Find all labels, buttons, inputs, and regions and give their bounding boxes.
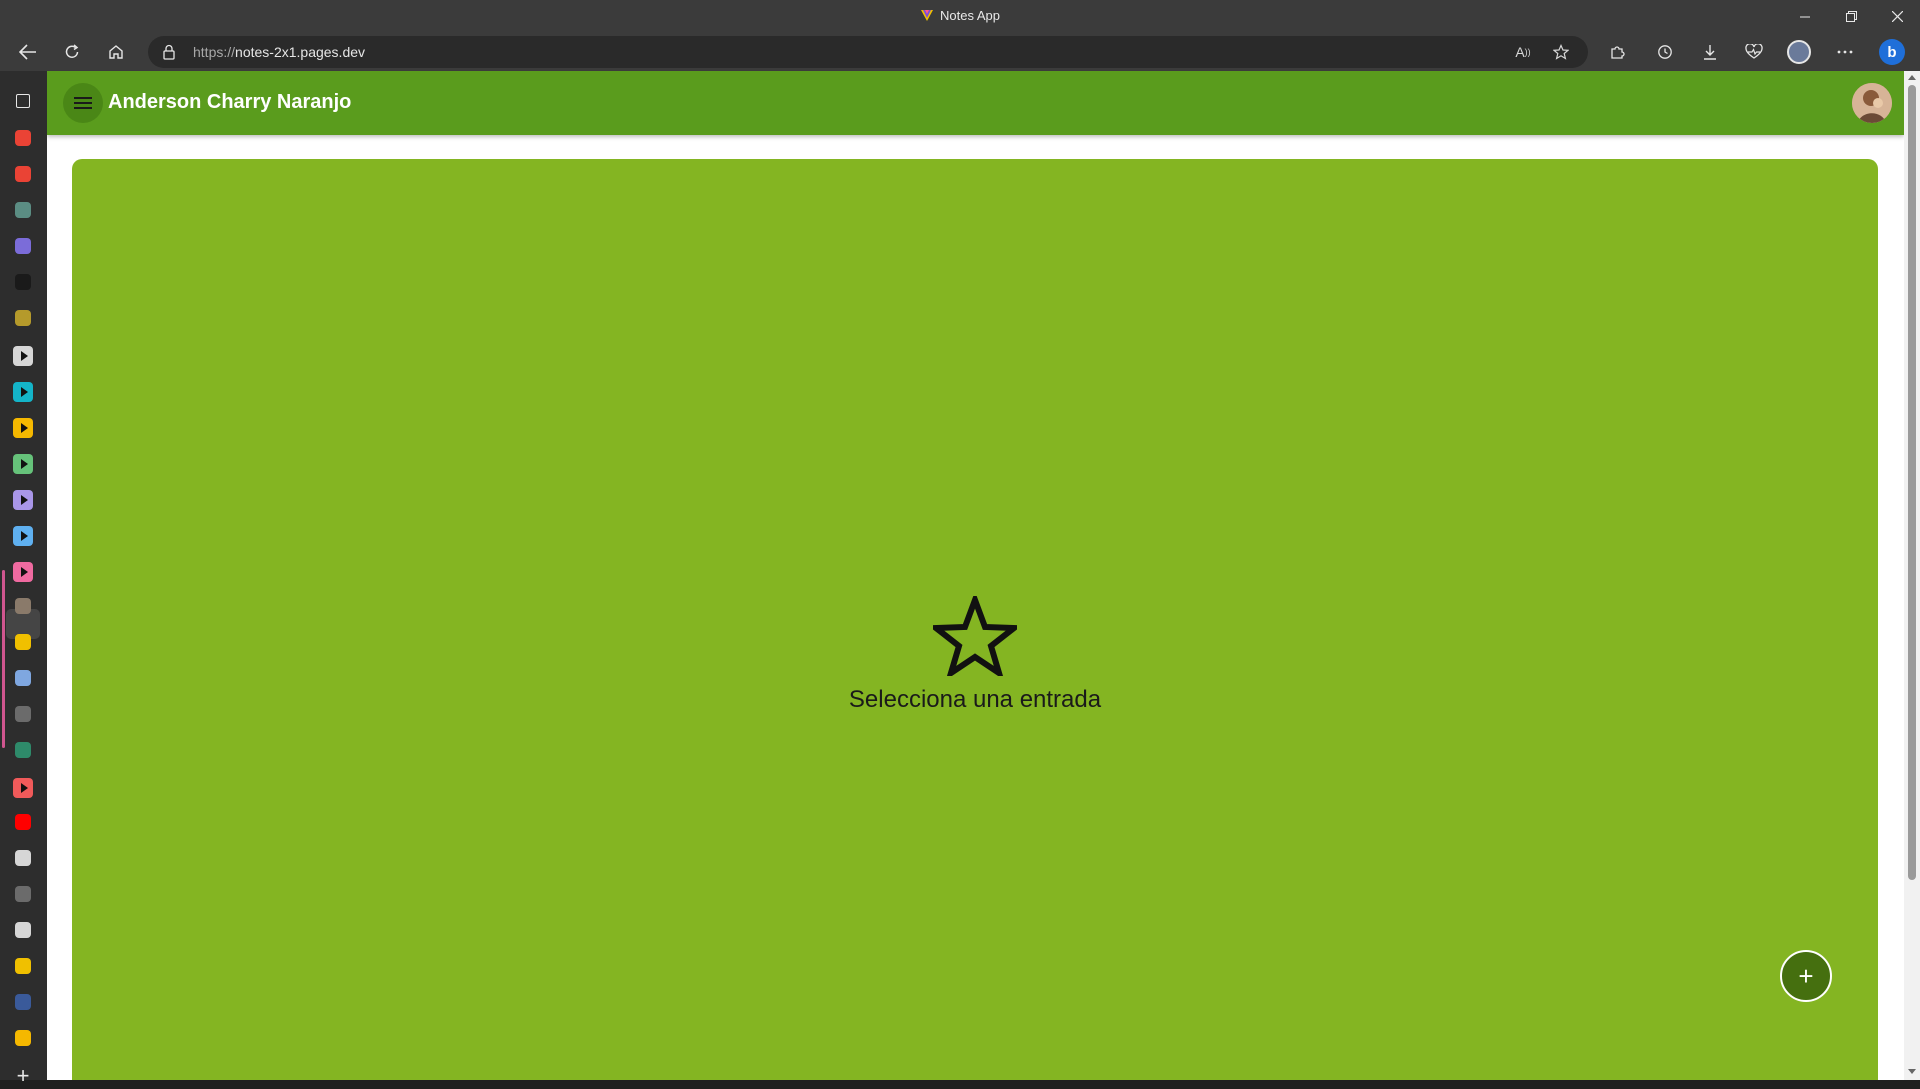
home-icon	[109, 45, 123, 59]
back-button[interactable]	[13, 38, 43, 66]
user-avatar[interactable]	[1852, 83, 1892, 123]
youtube-icon[interactable]	[15, 814, 31, 830]
scroll-down-arrow-icon[interactable]	[1908, 1069, 1916, 1074]
close-window-button[interactable]	[1874, 0, 1920, 33]
search-icon[interactable]	[15, 994, 31, 1010]
gmail-icon[interactable]	[15, 166, 31, 182]
avatar-photo-icon	[1852, 83, 1892, 123]
bing-copilot-icon: b	[1879, 39, 1905, 65]
copilot-button[interactable]: b	[1877, 38, 1907, 66]
extensions-icon	[1611, 46, 1625, 59]
star-icon	[933, 596, 1017, 676]
minimize-button[interactable]	[1782, 0, 1828, 33]
player-icon[interactable]	[13, 562, 33, 582]
notes-app-icon[interactable]	[15, 958, 31, 974]
title-bar: Notes App	[0, 0, 1920, 33]
app-header: Anderson Charry Naranjo	[47, 71, 1904, 135]
web-page: Anderson Charry Naranjo Selecciona una e…	[47, 71, 1904, 1080]
hamburger-menu-icon	[74, 97, 92, 109]
extensions-button[interactable]	[1602, 38, 1632, 66]
address-bar[interactable]: https://notes-2x1.pages.dev A))	[148, 36, 1588, 68]
browser-toolbar: https://notes-2x1.pages.dev A)) b	[0, 33, 1920, 71]
more-icon	[1837, 50, 1853, 54]
hand-icon[interactable]	[15, 1030, 31, 1046]
minimize-icon	[1800, 16, 1810, 17]
player-icon[interactable]	[13, 346, 33, 366]
cloud-icon[interactable]	[15, 598, 31, 614]
empty-state: Selecciona una entrada	[72, 596, 1878, 714]
github-icon[interactable]	[15, 922, 31, 938]
favorite-star-icon	[1553, 44, 1569, 60]
scroll-up-arrow-icon[interactable]	[1908, 75, 1916, 80]
doc-icon[interactable]	[15, 670, 31, 686]
player-icon[interactable]	[13, 490, 33, 510]
square-icon[interactable]	[15, 742, 31, 758]
gmail-icon[interactable]	[15, 130, 31, 146]
profile-button[interactable]	[1784, 38, 1814, 66]
downloads-button[interactable]	[1695, 38, 1725, 66]
url-text[interactable]: https://notes-2x1.pages.dev	[193, 44, 365, 60]
url-protocol: https://	[193, 44, 236, 60]
add-note-button[interactable]: +	[1780, 950, 1832, 1002]
partial-icon[interactable]	[15, 310, 31, 326]
refresh-icon	[65, 44, 79, 58]
url-host: notes-2x1.pages.dev	[235, 44, 366, 60]
sparkle-icon[interactable]	[15, 238, 31, 254]
restore-icon	[1845, 11, 1857, 22]
window-title: Notes App	[0, 8, 1920, 23]
p-icon[interactable]	[15, 274, 31, 290]
player-icon[interactable]	[13, 526, 33, 546]
menu-button[interactable]	[63, 83, 103, 123]
image-icon[interactable]	[15, 886, 31, 902]
tab-actions-icon[interactable]	[16, 94, 30, 108]
refresh-button[interactable]	[57, 38, 87, 66]
speaker-icon[interactable]	[15, 850, 31, 866]
history-icon	[1658, 45, 1672, 59]
image-icon[interactable]	[15, 706, 31, 722]
read-aloud-sup-icon: ))	[1524, 47, 1531, 57]
scrollbar-thumb[interactable]	[1908, 85, 1916, 880]
profile-icon	[1787, 40, 1811, 64]
favorite-button[interactable]	[1548, 40, 1574, 64]
tab-group-indicator	[2, 570, 5, 748]
notes-app-favicon-icon	[921, 10, 933, 21]
more-options-button[interactable]	[1830, 38, 1860, 66]
browser-essentials-button[interactable]	[1739, 38, 1769, 66]
plus-icon: +	[1798, 961, 1814, 991]
close-icon	[1891, 11, 1903, 22]
select-entry-message: Selecciona una entrada	[848, 686, 1102, 713]
new-tab-icon[interactable]: +	[13, 1063, 33, 1088]
player-icon[interactable]	[13, 454, 33, 474]
read-aloud-icon: A	[1515, 44, 1525, 60]
downloads-icon	[1704, 45, 1716, 60]
vertical-tabs-sidebar: +	[0, 71, 47, 1088]
history-button[interactable]	[1650, 38, 1680, 66]
player-icon[interactable]	[13, 382, 33, 402]
home-button[interactable]	[101, 38, 131, 66]
back-icon	[19, 44, 36, 60]
read-aloud-button[interactable]: A))	[1510, 40, 1536, 64]
player-icon[interactable]	[13, 418, 33, 438]
note-content-panel: Selecciona una entrada	[72, 159, 1878, 1080]
restore-button[interactable]	[1828, 0, 1874, 33]
lock-icon	[163, 44, 175, 60]
page-scrollbar[interactable]	[1904, 71, 1920, 1080]
user-name-title: Anderson Charry Naranjo	[108, 91, 352, 113]
app-icon[interactable]	[15, 202, 31, 218]
browser-essentials-icon	[1745, 44, 1763, 59]
notes-app-icon[interactable]	[15, 634, 31, 650]
player-icon[interactable]	[13, 778, 33, 798]
